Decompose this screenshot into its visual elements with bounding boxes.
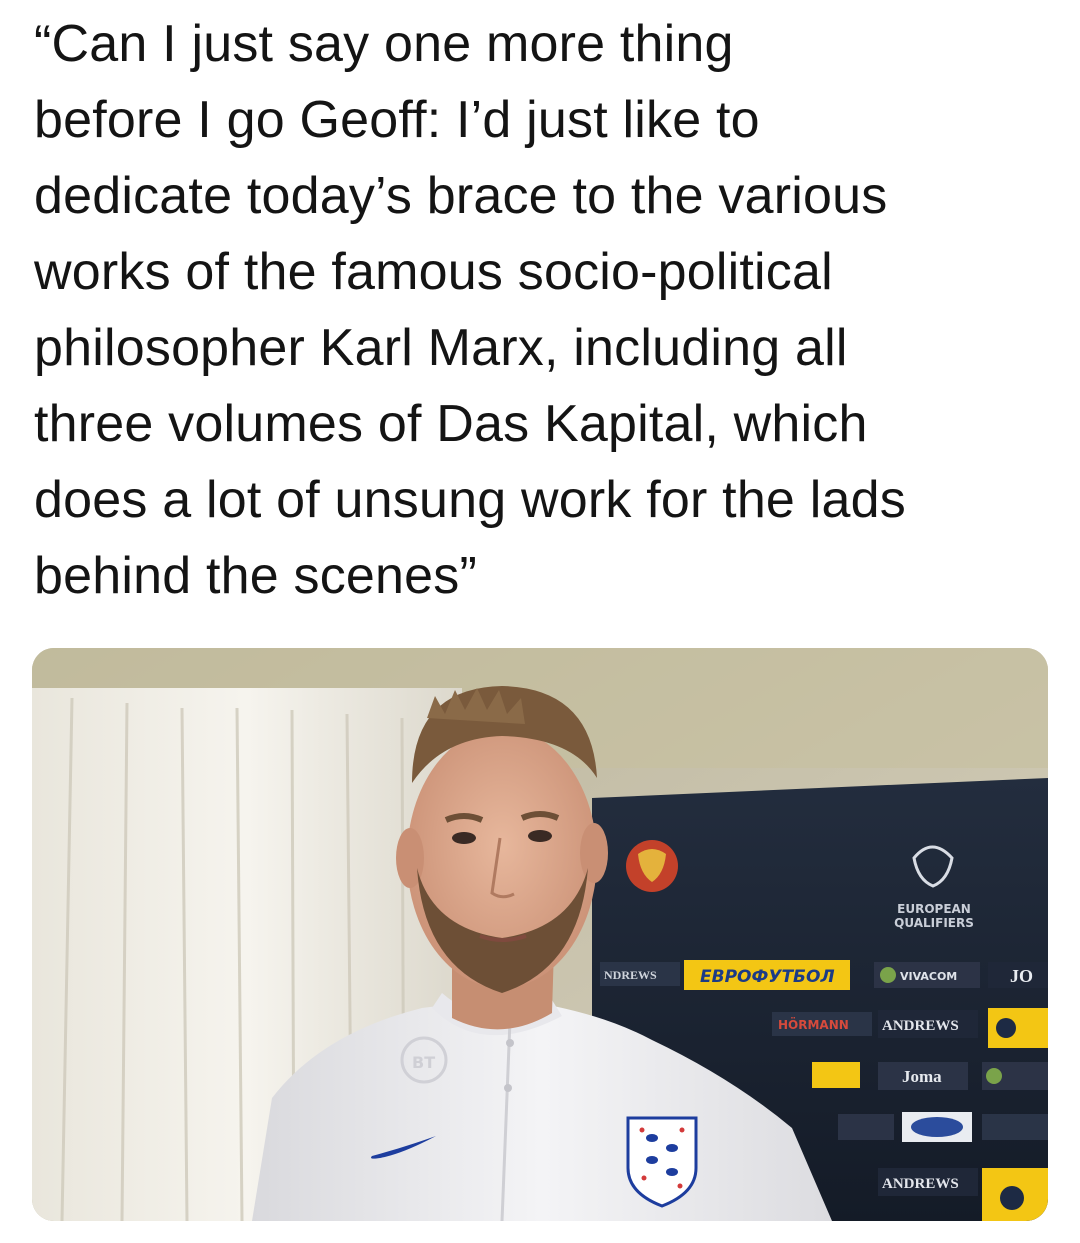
shirt-bt-logo: BT — [412, 1053, 435, 1072]
board-evrofutbol: ЕВРОФУТБОЛ — [700, 967, 835, 987]
board-european: EUROPEAN — [897, 902, 971, 916]
board-andrews-1: NDREWS — [604, 968, 657, 982]
board-andrews-2: ANDREWS — [882, 1018, 959, 1034]
post-image[interactable]: EUROPEAN QUALIFIERS NDREWS ЕВРОФУТБОЛ VI… — [32, 648, 1048, 1221]
england-crest-icon — [626, 1116, 698, 1208]
board-qualifiers: QUALIFIERS — [894, 916, 974, 930]
quote-text: “Can I just say one more thing before I … — [34, 15, 906, 605]
board-jo: JO — [1010, 966, 1033, 986]
interview-photo: EUROPEAN QUALIFIERS NDREWS ЕВРОФУТБОЛ VI… — [32, 648, 1048, 1221]
tweet-post: “Can I just say one more thing before I … — [0, 0, 1080, 1243]
board-joma: Joma — [902, 1067, 942, 1086]
board-hormann: HÖRMANN — [778, 1017, 849, 1032]
board-andrews-3: ANDREWS — [882, 1176, 959, 1192]
board-vivacom: VIVACOM — [900, 970, 957, 983]
